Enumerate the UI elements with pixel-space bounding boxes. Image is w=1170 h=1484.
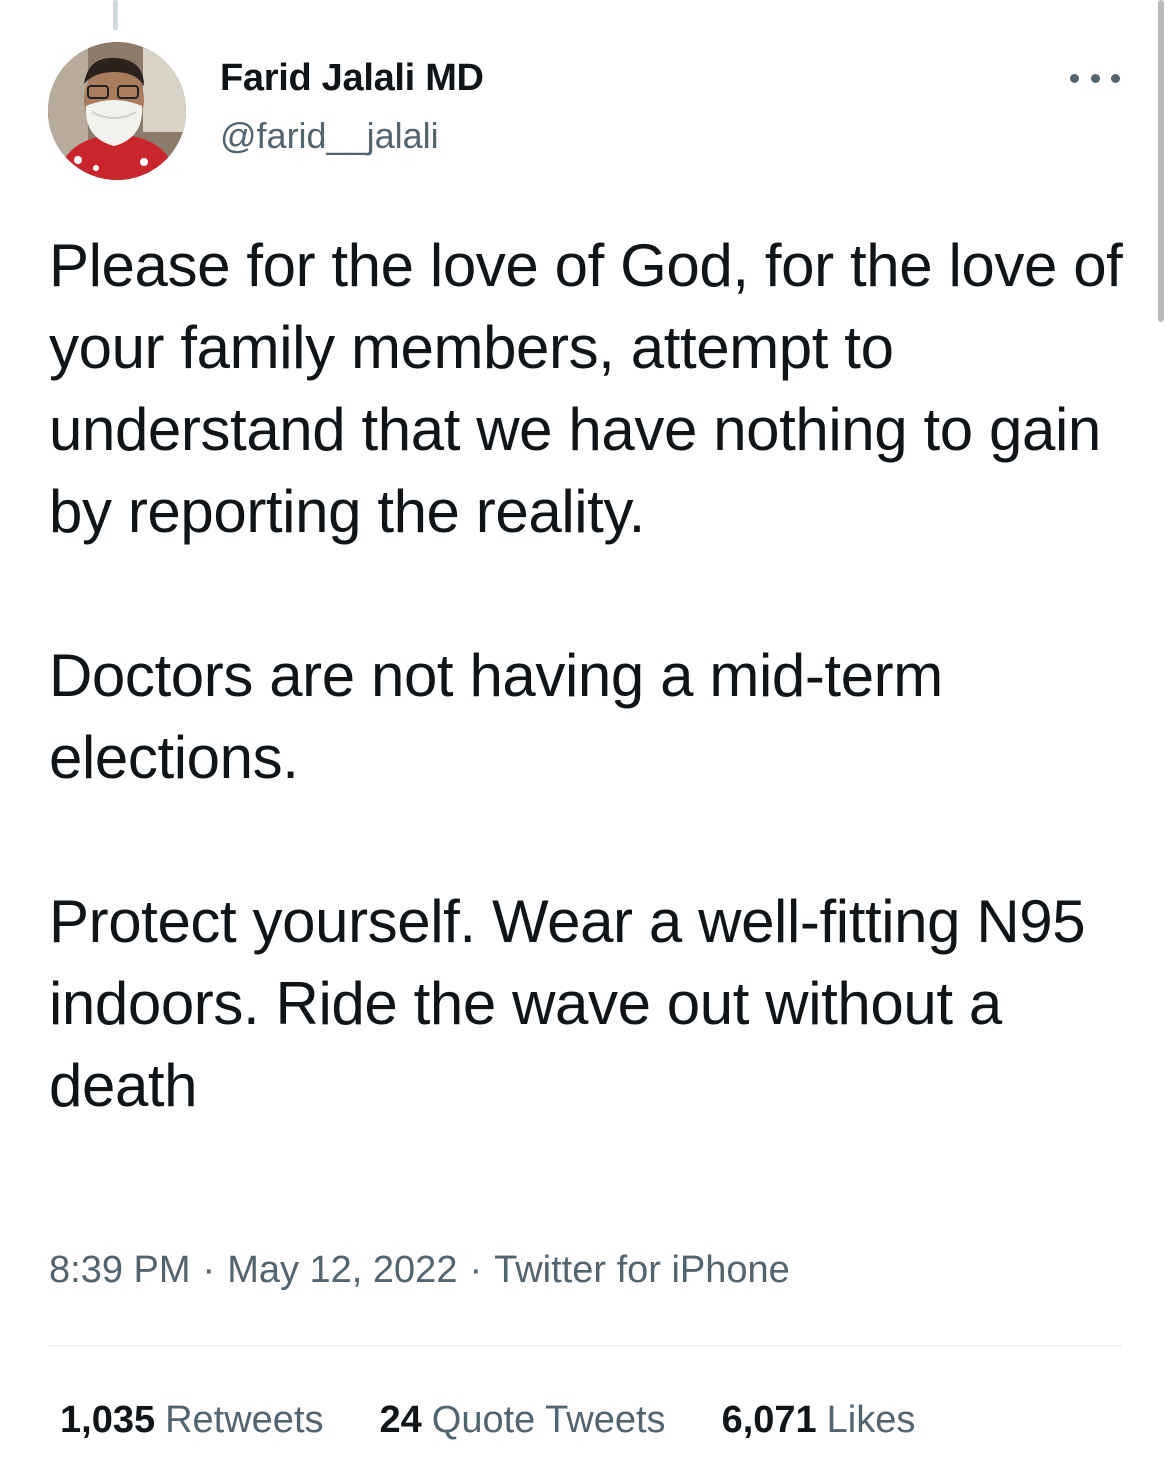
avatar-photo xyxy=(48,42,186,180)
quote-tweets-label: Quote Tweets xyxy=(431,1399,666,1441)
thread-connector-line xyxy=(113,0,118,30)
tweet-source[interactable]: Twitter for iPhone xyxy=(494,1249,790,1291)
meta-separator: · xyxy=(469,1249,483,1291)
likes-label: Likes xyxy=(826,1399,916,1441)
avatar[interactable] xyxy=(48,42,186,180)
tweet-paragraph: Please for the love of God, for the love… xyxy=(49,232,1123,545)
quote-tweets-count: 24 xyxy=(379,1399,422,1441)
tweet-paragraph: Protect yourself. Wear a well-fitting N9… xyxy=(49,888,1086,1119)
engagement-stats: 1,035 Retweets 24 Quote Tweets 6,071 Likes xyxy=(60,1395,915,1445)
retweets-label: Retweets xyxy=(165,1399,324,1441)
tweet-metadata: 8:39 PM · May 12, 2022 · Twitter for iPhone xyxy=(49,1245,790,1295)
divider xyxy=(48,1345,1122,1347)
retweets-stat[interactable]: 1,035 Retweets xyxy=(60,1395,324,1445)
more-options-icon[interactable] xyxy=(1070,66,1120,90)
meta-separator: · xyxy=(202,1249,216,1291)
tweet-paragraph: Doctors are not having a mid-term electi… xyxy=(49,642,943,791)
likes-count: 6,071 xyxy=(721,1399,817,1441)
retweets-count: 1,035 xyxy=(60,1399,156,1441)
tweet-time[interactable]: 8:39 PM xyxy=(49,1249,191,1291)
tweet-date[interactable]: May 12, 2022 xyxy=(227,1249,457,1291)
more-dot xyxy=(1111,73,1120,83)
likes-stat[interactable]: 6,071 Likes xyxy=(722,1395,916,1445)
more-dot xyxy=(1070,73,1079,83)
author-display-name[interactable]: Farid Jalali MD xyxy=(220,56,484,100)
scrollbar[interactable] xyxy=(1158,0,1164,322)
quote-tweets-stat[interactable]: 24 Quote Tweets xyxy=(380,1395,666,1445)
tweet-body: Please for the love of God, for the love… xyxy=(49,225,1129,1127)
more-dot xyxy=(1090,73,1100,83)
author-handle[interactable]: @farid__jalali xyxy=(220,114,439,158)
